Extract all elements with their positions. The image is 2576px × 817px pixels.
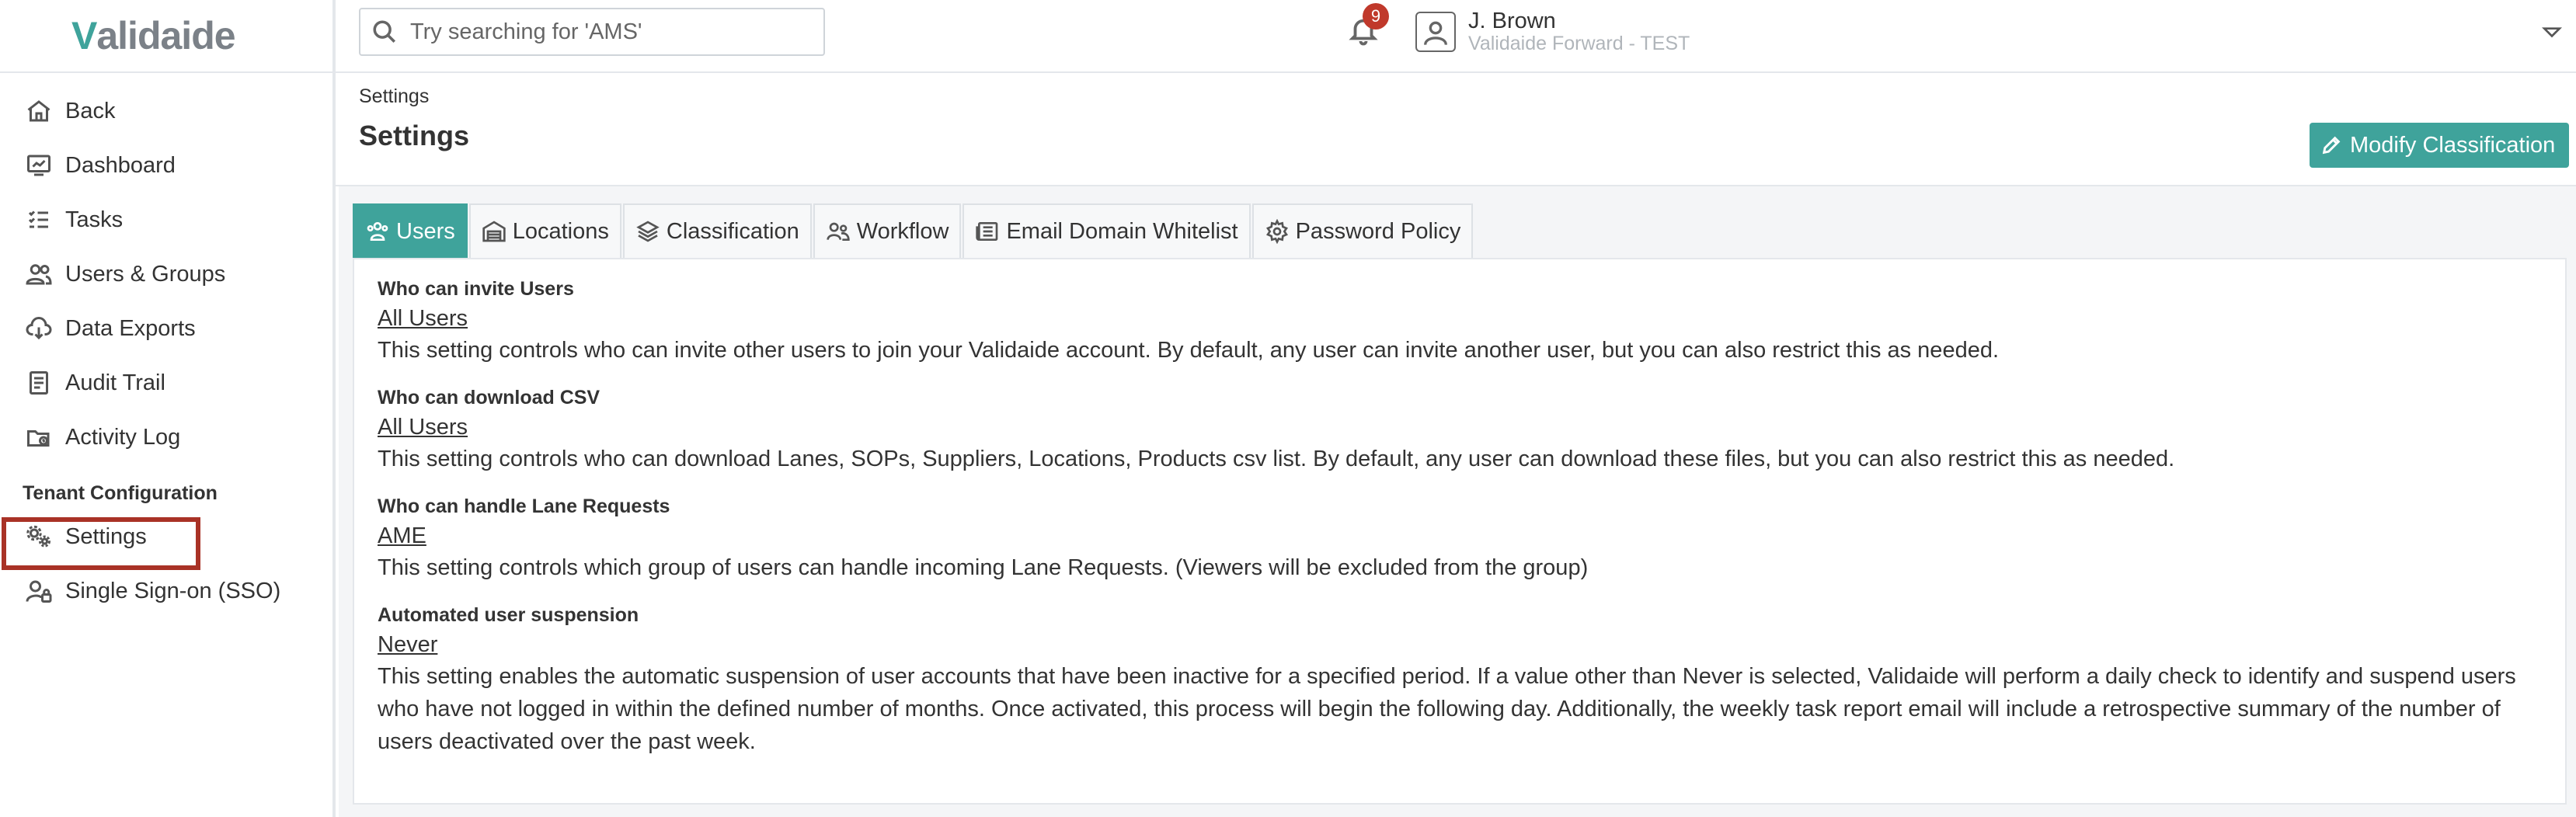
sidebar-item-label: Dashboard [65, 152, 176, 178]
modify-classification-label: Modify Classification [2350, 132, 2556, 158]
setting-user-suspension: Automated user suspension Never This set… [378, 601, 2553, 758]
setting-description: This setting controls who can download L… [378, 447, 2175, 471]
dashboard-icon [23, 150, 54, 181]
setting-description: This setting controls which group of use… [378, 555, 1589, 580]
activity-log-icon [23, 422, 54, 453]
sidebar-item-activity-log[interactable]: Activity Log [0, 410, 336, 464]
setting-title: Automated user suspension [378, 604, 639, 626]
setting-description: This setting enables the automatic suspe… [378, 664, 2516, 754]
tab-label: Users [396, 218, 455, 244]
tab-label: Workflow [856, 218, 949, 244]
logo-text: alidaide [96, 14, 235, 57]
setting-description: This setting controls who can invite oth… [378, 338, 2000, 363]
tab-label: Locations [512, 218, 609, 244]
sidebar-item-label: Back [65, 98, 116, 123]
page-header: Settings Settings Modify Classification [336, 73, 2576, 186]
sidebar-item-label: Users & Groups [65, 261, 226, 287]
user-name: J. Brown [1468, 9, 1556, 33]
setting-value-link[interactable]: AME [378, 520, 2553, 551]
layers-icon [636, 221, 660, 242]
user-menu[interactable]: J. Brown Validaide Forward - TEST [1415, 9, 1690, 54]
sidebar-item-label: Data Exports [65, 315, 196, 341]
sidebar-item-label: Audit Trail [65, 370, 165, 395]
tenant-configuration-heading: Tenant Configuration [23, 482, 218, 504]
search-icon [373, 20, 396, 43]
sidebar-item-label: Single Sign-on (SSO) [65, 578, 281, 603]
cloud-download-icon [23, 313, 54, 344]
users-settings-panel: Who can invite Users All Users This sett… [353, 258, 2567, 805]
sidebar-item-label: Activity Log [65, 424, 181, 450]
setting-value-link[interactable]: All Users [378, 412, 2553, 443]
setting-title: Who can download CSV [378, 387, 600, 408]
warehouse-icon [482, 221, 506, 242]
setting-lane-requests: Who can handle Lane Requests AME This se… [378, 492, 2553, 584]
tab-email-domain-whitelist[interactable]: Email Domain Whitelist [963, 203, 1251, 258]
sidebar: Validaide Back Dashboard Tasks Users & G… [0, 0, 336, 817]
setting-title: Who can handle Lane Requests [378, 495, 670, 517]
search-input[interactable] [410, 19, 814, 45]
setting-value-link[interactable]: Never [378, 629, 2553, 660]
tab-label: Email Domain Whitelist [1006, 218, 1238, 244]
sidebar-item-settings[interactable]: Settings [0, 509, 336, 564]
setting-value-link[interactable]: All Users [378, 303, 2553, 334]
users-cog-icon [367, 222, 388, 241]
tab-workflow[interactable]: Workflow [813, 203, 962, 258]
sidebar-item-sso[interactable]: Single Sign-on (SSO) [0, 564, 336, 618]
tab-label: Classification [666, 218, 799, 244]
newspaper-icon [976, 222, 998, 241]
settings-tabs: Users Locations Classification Workflow … [353, 203, 1474, 258]
tab-label: Password Policy [1295, 218, 1461, 244]
users-icon [23, 259, 54, 290]
sidebar-item-tasks[interactable]: Tasks [0, 193, 336, 247]
audit-icon [23, 367, 54, 398]
sidebar-item-data-exports[interactable]: Data Exports [0, 301, 336, 356]
tab-locations[interactable]: Locations [468, 203, 621, 258]
gear-icon [1265, 219, 1288, 244]
avatar [1415, 12, 1456, 52]
setting-download-csv: Who can download CSV All Users This sett… [378, 384, 2553, 475]
user-icon [1424, 21, 1447, 46]
sidebar-item-users-groups[interactable]: Users & Groups [0, 247, 336, 301]
notification-count-badge: 9 [1363, 3, 1389, 30]
workflow-users-icon [827, 222, 850, 241]
validaide-logo[interactable]: Validaide [71, 8, 236, 64]
breadcrumb[interactable]: Settings [359, 85, 429, 108]
user-menu-caret[interactable] [2541, 22, 2565, 45]
search-box[interactable] [359, 8, 825, 56]
sidebar-nav: Back Dashboard Tasks Users & Groups Data… [0, 84, 336, 618]
tab-users[interactable]: Users [353, 203, 468, 258]
settings-icon [23, 521, 54, 552]
sidebar-item-dashboard[interactable]: Dashboard [0, 138, 336, 193]
tasks-icon [23, 204, 54, 235]
modify-classification-button[interactable]: Modify Classification [2310, 123, 2570, 168]
sidebar-item-label: Settings [65, 523, 147, 549]
pencil-icon [2322, 136, 2341, 155]
sidebar-divider [0, 71, 336, 73]
sidebar-item-back[interactable]: Back [0, 84, 336, 138]
user-organization: Validaide Forward - TEST [1468, 33, 1690, 54]
sidebar-item-audit-trail[interactable]: Audit Trail [0, 356, 336, 410]
user-lock-icon [23, 575, 54, 607]
tab-password-policy[interactable]: Password Policy [1251, 203, 1474, 258]
chevron-down-icon [2541, 27, 2563, 38]
sidebar-item-label: Tasks [65, 207, 124, 232]
setting-invite-users: Who can invite Users All Users This sett… [378, 275, 2553, 367]
home-icon [23, 96, 54, 127]
setting-title: Who can invite Users [378, 278, 574, 300]
tab-classification[interactable]: Classification [622, 203, 812, 258]
page-title: Settings [359, 120, 470, 151]
top-bar: 9 J. Brown Validaide Forward - TEST [336, 0, 2576, 73]
